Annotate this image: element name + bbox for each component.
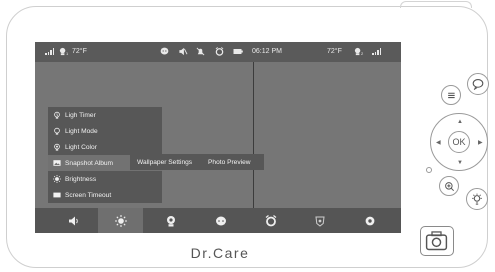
talk-icon — [215, 216, 226, 225]
talk-hw-button[interactable] — [467, 73, 489, 95]
submenu-label: Wallpaper Settings — [137, 158, 193, 166]
menu-item-brightness[interactable]: Brightness — [48, 171, 162, 187]
left-arrow-button[interactable]: ◀ — [436, 140, 441, 146]
camera-icon — [425, 231, 448, 251]
volume-icon — [68, 216, 78, 225]
clock-time: 06:12 PM — [252, 48, 282, 55]
bottom-toolbar — [35, 208, 401, 233]
temperature-right: 72°F — [327, 48, 342, 55]
menu-item-light-timer[interactable]: Ligh Timer — [48, 107, 162, 123]
speech-bubble-icon — [472, 79, 484, 90]
camera-button[interactable] — [148, 208, 193, 233]
menu-item-label: Light Mode — [65, 127, 98, 135]
battery-icon — [233, 48, 243, 57]
menu-icon — [447, 92, 455, 98]
snapshot-album-icon — [53, 159, 61, 167]
power-led — [426, 167, 432, 173]
alarm-icon — [265, 214, 276, 226]
settings-icon — [365, 216, 374, 225]
zoom-button[interactable] — [439, 176, 459, 196]
down-arrow-button[interactable]: ▼ — [457, 160, 463, 166]
menu-item-label: Screen Timeout — [65, 191, 112, 199]
menu-item-label: Brightness — [65, 175, 97, 183]
monitor-screen: 1 72°F 06:12 PM 72°F 2 Ligh Timer Light … — [35, 42, 401, 233]
camera-index: 1 — [66, 51, 69, 56]
light-timer-icon — [53, 111, 61, 119]
brand-logo: Dr.Care — [190, 245, 250, 261]
camera-icon — [166, 215, 175, 226]
submenu-label: Photo Preview — [208, 158, 251, 166]
night-light-button[interactable] — [466, 188, 488, 210]
camera-hw-button[interactable] — [420, 226, 454, 256]
signal-icon — [372, 48, 381, 55]
submenu-photo-preview[interactable]: Photo Preview — [201, 154, 264, 170]
night-light-icon — [472, 193, 482, 205]
status-bar: 1 72°F 06:12 PM 72°F 2 — [35, 42, 401, 62]
submenu-wallpaper-settings[interactable]: Wallpaper Settings — [130, 154, 201, 170]
brightness-icon — [53, 175, 61, 183]
brightness-button[interactable] — [98, 208, 143, 233]
right-arrow-button[interactable]: ▶ — [478, 140, 483, 146]
direction-pad: ▲ ▼ ◀ ▶ OK — [430, 113, 488, 171]
volume-mute-icon — [178, 47, 188, 58]
alarm-off-icon — [196, 47, 205, 58]
power-button[interactable] — [400, 1, 472, 8]
menu-item-label: Light Color — [65, 143, 97, 151]
alarm-icon — [215, 47, 224, 58]
menu-item-screen-timeout[interactable]: Screen Timeout — [48, 187, 162, 203]
zoom-in-icon — [444, 181, 454, 191]
light-mode-icon — [53, 127, 61, 135]
brightness-icon — [114, 214, 127, 227]
temperature-left: 72°F — [72, 48, 87, 55]
camera-index: 2 — [361, 51, 364, 56]
alarm-button[interactable] — [248, 208, 293, 233]
settings-button[interactable] — [347, 208, 392, 233]
menu-item-label: Ligh Timer — [65, 111, 96, 119]
talk-icon — [160, 47, 169, 58]
signal-icon — [45, 48, 54, 55]
light-color-icon — [53, 143, 61, 151]
menu-item-label: Snapshot Album — [65, 159, 114, 167]
lullaby-button[interactable] — [297, 208, 342, 233]
menu-button[interactable] — [441, 85, 461, 105]
volume-button[interactable] — [51, 208, 96, 233]
split-view-divider — [253, 42, 254, 233]
menu-item-light-mode[interactable]: Light Mode — [48, 123, 162, 139]
screen-timeout-icon — [53, 191, 61, 199]
lullaby-icon — [314, 216, 325, 227]
talk-button[interactable] — [198, 208, 243, 233]
menu-item-light-color[interactable]: Light Color — [48, 139, 162, 155]
ok-button[interactable]: OK — [448, 131, 470, 153]
up-arrow-button[interactable]: ▲ — [457, 119, 463, 125]
